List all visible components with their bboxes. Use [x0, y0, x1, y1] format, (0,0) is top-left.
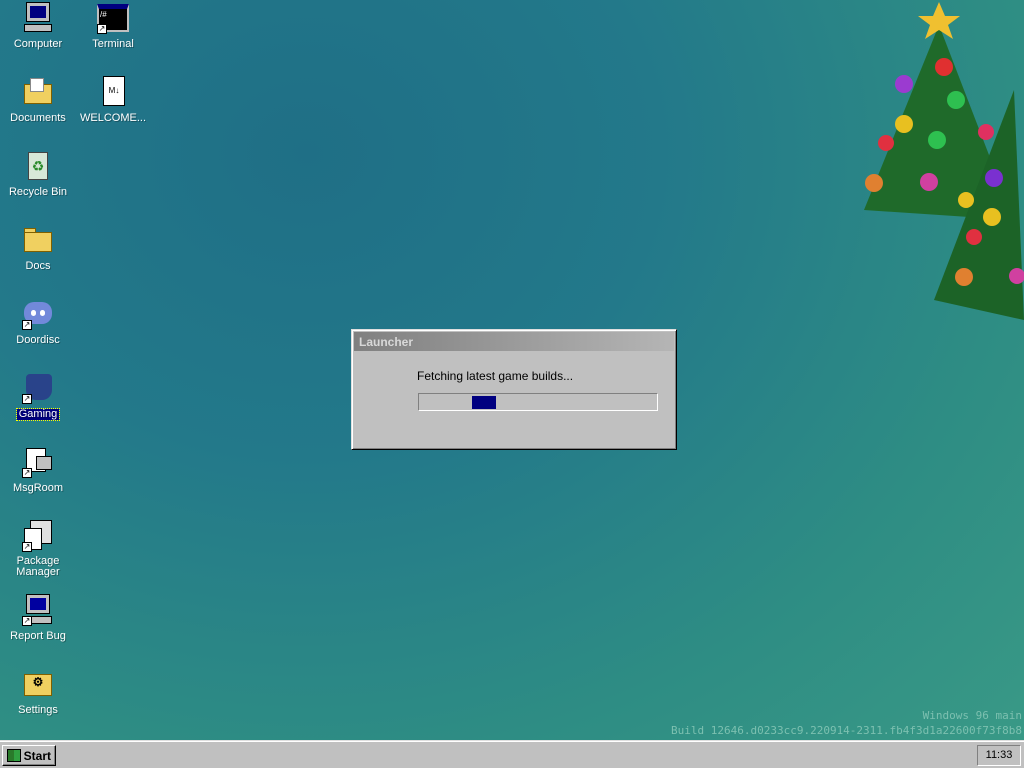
gaming-icon: ↗ — [22, 372, 54, 404]
desktop-icon-label: Doordisc — [16, 334, 60, 346]
desktop-icon-label: Computer — [13, 38, 63, 50]
progress-marquee-chunk — [472, 396, 496, 409]
desktop-icon-label: Documents — [10, 112, 66, 124]
desktop-icon-label: Docs — [25, 260, 51, 272]
desktop-icon-package-manager[interactable]: ↗ Package Manager — [3, 520, 73, 578]
shortcut-arrow-icon: ↗ — [22, 320, 32, 330]
desktop-icon-label: Terminal — [92, 38, 134, 50]
msgroom-icon: ↗ — [22, 446, 54, 478]
desktop-icon-welcome[interactable]: M↓ WELCOME... — [78, 76, 148, 124]
shortcut-arrow-icon: ↗ — [22, 468, 32, 478]
desktop-icon-label: Report Bug — [10, 630, 66, 642]
package-manager-icon: ↗ — [22, 520, 54, 552]
launcher-dialog: Launcher Fetching latest game builds... — [351, 329, 677, 450]
desktop-icon-label: MsgRoom — [12, 482, 64, 494]
clock[interactable]: 11:33 — [977, 745, 1021, 766]
shortcut-arrow-icon: ↗ — [22, 616, 32, 626]
watermark-version: Windows 96 main — [922, 709, 1022, 722]
desktop-icon-label: Recycle Bin — [8, 186, 68, 198]
recycle-bin-icon: ♻ — [22, 150, 54, 182]
desktop-icon-label: Settings — [18, 704, 58, 716]
desktop-icon-label: Package Manager — [16, 555, 60, 578]
shortcut-arrow-icon: ↗ — [22, 542, 32, 552]
start-button[interactable]: Start — [2, 745, 56, 766]
desktop-icon-documents[interactable]: Documents — [3, 76, 73, 124]
dialog-message: Fetching latest game builds... — [417, 369, 574, 383]
shortcut-arrow-icon: ↗ — [97, 24, 107, 34]
markdown-file-icon: M↓ — [97, 76, 129, 108]
christmas-tree-decoration — [864, 2, 1024, 320]
desktop-icon-settings[interactable]: ⚙ Settings — [3, 668, 73, 716]
start-label: Start — [23, 748, 51, 763]
desktop-icon-label: WELCOME... — [80, 112, 147, 124]
desktop-icon-computer[interactable]: Computer — [3, 2, 73, 50]
desktop-icon-report-bug[interactable]: ↗ Report Bug — [3, 594, 73, 642]
computer-icon — [22, 2, 54, 34]
doordisc-icon: ↗ — [22, 298, 54, 330]
folder-icon — [22, 224, 54, 256]
desktop-icon-gaming[interactable]: ↗ Gaming — [3, 372, 73, 421]
desktop-icon-docs[interactable]: Docs — [3, 224, 73, 272]
terminal-icon: /# ↗ — [97, 2, 129, 34]
desktop-icon-recycle-bin[interactable]: ♻ Recycle Bin — [3, 150, 73, 198]
dialog-title[interactable]: Launcher — [354, 332, 674, 351]
desktop-icon-label: Gaming — [15, 408, 61, 421]
report-bug-icon: ↗ — [22, 594, 54, 626]
documents-folder-icon — [22, 76, 54, 108]
start-logo-icon — [7, 749, 21, 762]
watermark-build: Build 12646.d0233cc9.220914-2311.fb4f3d1… — [671, 724, 1022, 737]
progress-bar — [418, 393, 658, 411]
desktop-icon-terminal[interactable]: /# ↗ Terminal — [78, 2, 148, 50]
shortcut-arrow-icon: ↗ — [22, 394, 32, 404]
desktop-icon-msgroom[interactable]: ↗ MsgRoom — [3, 446, 73, 494]
desktop-icon-doordisc[interactable]: ↗ Doordisc — [3, 298, 73, 346]
settings-icon: ⚙ — [22, 668, 54, 700]
taskbar: Start 11:33 — [0, 740, 1024, 768]
